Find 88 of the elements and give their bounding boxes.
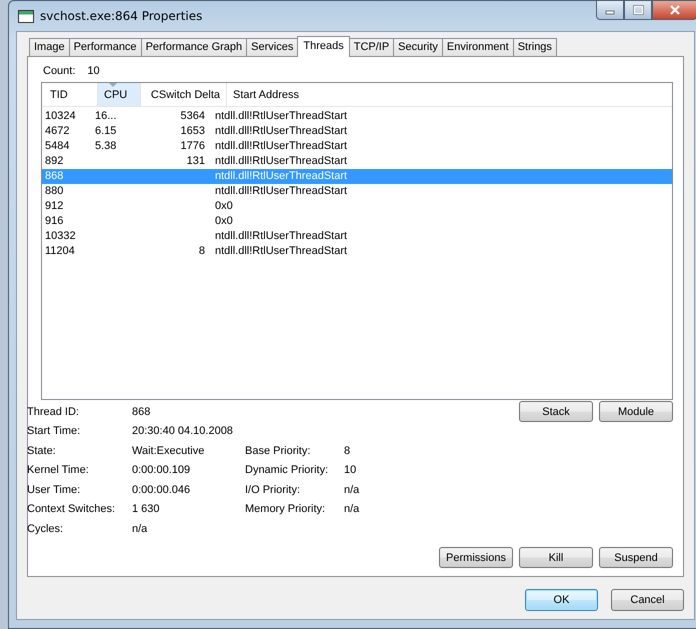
table-row[interactable]: 4672 6.15 1653 ntdll.dll!RtlUserThreadStart bbox=[42, 124, 672, 139]
minimize-button[interactable] bbox=[596, 1, 624, 20]
field-label: Thread ID: bbox=[27, 406, 80, 418]
field-value: 0:00:00.109 bbox=[132, 464, 190, 476]
table-cell: 5484 bbox=[45, 140, 70, 152]
field-value: 868 bbox=[132, 406, 150, 418]
field-value: n/a bbox=[344, 484, 360, 496]
field-label: Memory Priority: bbox=[245, 503, 326, 516]
field-value: n/a bbox=[132, 522, 148, 535]
field-label: Cycles: bbox=[27, 522, 64, 535]
field-label: Start Time: bbox=[27, 425, 82, 438]
field-value: 10 bbox=[344, 464, 356, 476]
table-cell: 880 bbox=[45, 185, 64, 197]
field-label: I/O Priority: bbox=[245, 484, 302, 496]
button[interactable]: Cancel bbox=[611, 589, 684, 611]
field-value: 0:00:00.046 bbox=[132, 484, 190, 496]
table-cell: 4672 bbox=[45, 125, 70, 137]
field-value: n/a bbox=[344, 503, 360, 516]
field-value: 8 bbox=[344, 444, 350, 457]
field-label: Kernel Time: bbox=[27, 464, 90, 476]
table-cell: 5.38 bbox=[95, 140, 116, 152]
window-icon bbox=[18, 10, 34, 22]
field-label: State: bbox=[27, 444, 57, 457]
tab[interactable]: Image bbox=[29, 38, 69, 56]
column-header[interactable]: CPU bbox=[98, 83, 141, 106]
table-cell: 0x0 bbox=[215, 215, 233, 227]
table-row[interactable]: 10332 ntdll.dll!RtlUserThreadStart bbox=[42, 229, 672, 244]
table-cell: 1776 bbox=[180, 140, 205, 152]
tab[interactable]: Performance Graph bbox=[140, 38, 246, 56]
table-cell: 892 bbox=[45, 155, 64, 167]
tab[interactable]: Threads bbox=[297, 36, 350, 57]
field-value: 1 630 bbox=[132, 503, 160, 516]
count-label: Count: bbox=[43, 65, 76, 77]
window-title: svchost.exe:864 Properties bbox=[40, 9, 204, 23]
table-cell: ntdll.dll!RtlUserThreadStart bbox=[215, 140, 348, 152]
table-cell: 11204 bbox=[45, 245, 75, 257]
table-cell: 10332 bbox=[45, 230, 76, 242]
table-cell: 912 bbox=[45, 200, 64, 212]
table-cell: ntdll.dll!RtlUserThreadStart bbox=[215, 155, 348, 167]
table-row[interactable]: 10324 16... 5364 ntdll.dll!RtlUserThreadStart bbox=[42, 109, 672, 124]
button[interactable]: Suspend bbox=[599, 547, 673, 568]
button[interactable]: Module bbox=[599, 401, 673, 422]
table-cell: 5364 bbox=[180, 110, 205, 122]
table-cell: ntdll.dll!RtlUserThreadStart bbox=[215, 170, 348, 182]
table-cell: 131 bbox=[186, 155, 205, 167]
table-row[interactable]: 892 131 ntdll.dll!RtlUserThreadStart bbox=[42, 154, 672, 169]
close-icon bbox=[668, 5, 680, 15]
table-cell: 1653 bbox=[180, 125, 205, 137]
table-cell: ntdll.dll!RtlUserThreadStart bbox=[215, 185, 348, 197]
table-cell: ntdll.dll!RtlUserThreadStart bbox=[215, 125, 348, 137]
table-cell: 0x0 bbox=[215, 200, 233, 212]
tab[interactable]: Services bbox=[246, 38, 298, 56]
table-cell: 10324 bbox=[45, 110, 76, 122]
column-header[interactable]: CSwitch Delta bbox=[141, 83, 227, 106]
tab[interactable]: Strings bbox=[512, 38, 557, 56]
table-cell: 6.15 bbox=[95, 125, 116, 137]
table-row[interactable]: 912 0x0 bbox=[42, 199, 672, 214]
maximize-button[interactable] bbox=[624, 1, 652, 20]
button[interactable]: Stack bbox=[519, 401, 593, 422]
field-label: User Time: bbox=[27, 484, 82, 496]
table-row[interactable]: 5484 5.38 1776 ntdll.dll!RtlUserThreadStart bbox=[42, 139, 672, 154]
field-value: 20:30:40 04.10.2008 bbox=[132, 425, 233, 438]
field-label: Dynamic Priority: bbox=[245, 464, 330, 476]
table-row[interactable]: 916 0x0 bbox=[42, 214, 672, 229]
tab[interactable]: Environment bbox=[442, 38, 513, 56]
sort-caret-icon bbox=[109, 83, 117, 87]
column-header[interactable]: Start Address bbox=[227, 83, 672, 106]
close-button[interactable] bbox=[652, 1, 696, 20]
table-cell: ntdll.dll!RtlUserThreadStart bbox=[215, 110, 348, 122]
table-cell: 8 bbox=[198, 245, 205, 257]
table-cell: 16... bbox=[95, 110, 116, 122]
button[interactable]: Kill bbox=[519, 547, 593, 568]
button[interactable]: Permissions bbox=[439, 547, 513, 568]
table-cell: ntdll.dll!RtlUserThreadStart bbox=[215, 230, 348, 242]
table-cell: ntdll.dll!RtlUserThreadStart bbox=[215, 245, 348, 257]
tab[interactable]: TCP/IP bbox=[350, 38, 394, 56]
field-label: Base Priority: bbox=[245, 444, 312, 457]
field-value: Wait:Executive bbox=[132, 444, 204, 457]
tab[interactable]: Performance bbox=[68, 38, 141, 56]
field-label: Context Switches: bbox=[27, 503, 116, 516]
tab[interactable]: Security bbox=[393, 38, 442, 56]
button[interactable]: OK bbox=[525, 589, 598, 611]
table-cell: 868 bbox=[45, 170, 64, 182]
count-value: 10 bbox=[87, 65, 100, 77]
table-row[interactable]: 11204 8 ntdll.dll!RtlUserThreadStart bbox=[42, 244, 672, 259]
maximize-icon bbox=[632, 5, 644, 15]
table-row[interactable]: 880 ntdll.dll!RtlUserThreadStart bbox=[42, 184, 672, 199]
table-cell: 916 bbox=[45, 215, 64, 227]
